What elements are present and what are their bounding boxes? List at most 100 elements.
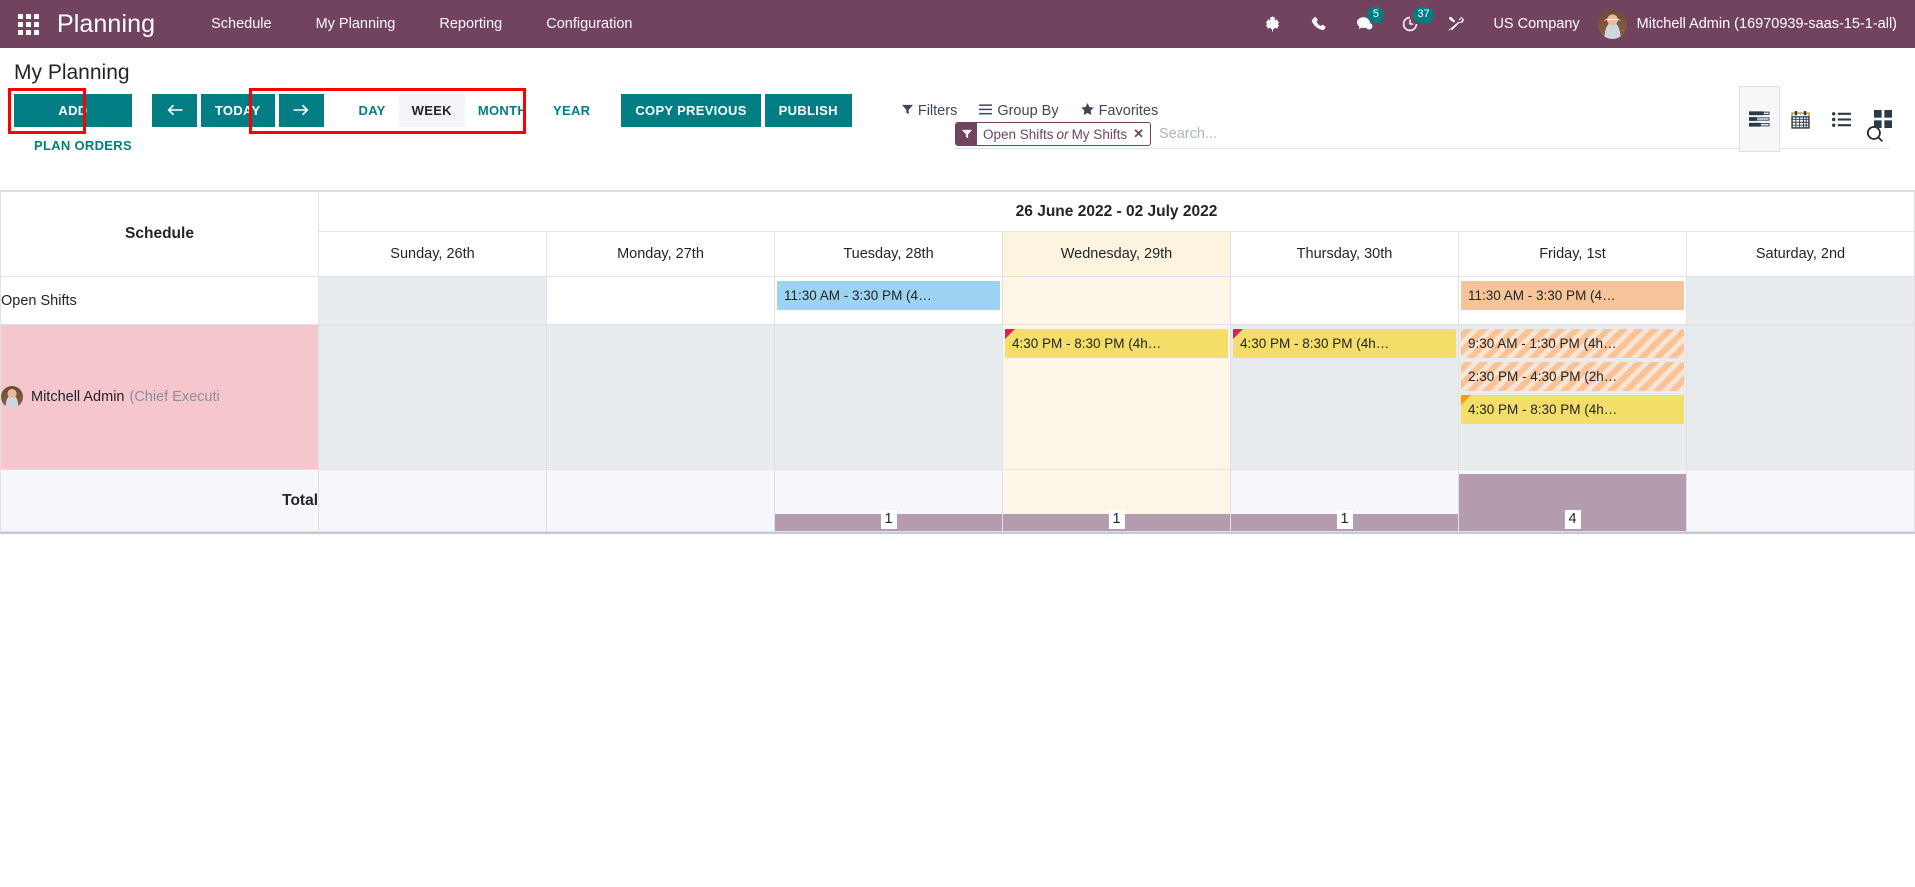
shift-pill[interactable]: 4:30 PM - 8:30 PM (4h… <box>1005 329 1228 358</box>
favorites-menu[interactable]: Favorites <box>1080 102 1159 119</box>
kanban-view-icon[interactable] <box>1862 86 1903 152</box>
row-name: Open Shifts <box>1 292 77 309</box>
gantt-day-saturday[interactable]: Saturday, 2nd <box>1686 231 1915 277</box>
menu-reporting[interactable]: Reporting <box>417 0 524 48</box>
control-panel: My Planning Open ShiftsorMy Shifts ✕ ADD… <box>0 48 1915 191</box>
gantt-cell[interactable]: 11:30 AM - 3:30 PM (4… <box>1458 276 1687 325</box>
shift-pill[interactable]: 4:30 PM - 8:30 PM (4h… <box>1461 395 1684 424</box>
shift-pill[interactable]: 2:30 PM - 4:30 PM (2h… <box>1461 362 1684 391</box>
control-panel-bottom: ADD PLAN ORDERS TODAY DAY WEEK MONTH YEA… <box>0 86 1915 153</box>
today-button[interactable]: TODAY <box>200 94 275 127</box>
star-icon <box>1080 102 1094 119</box>
add-button[interactable]: ADD <box>14 94 132 127</box>
shift-pill[interactable]: 4:30 PM - 8:30 PM (4h… <box>1233 329 1456 358</box>
scale-switcher: DAY WEEK MONTH YEAR <box>346 94 604 127</box>
gantt-cell[interactable] <box>1002 276 1231 325</box>
calendar-view-icon[interactable] <box>1780 86 1821 152</box>
activities-badge: 37 <box>1413 7 1434 23</box>
arrow-left-icon[interactable] <box>151 94 197 127</box>
gantt-total-value: 1 <box>880 510 897 529</box>
app-brand-planning[interactable]: Planning <box>57 10 155 39</box>
scale-month[interactable]: MONTH <box>465 94 540 127</box>
copy-publish-group: COPY PREVIOUS PUBLISH <box>621 94 852 127</box>
gantt-row-mitchell-admin: Mitchell Admin (Chief Executi 4:30 PM - … <box>0 324 1915 470</box>
gantt-cell[interactable] <box>546 324 775 470</box>
avatar <box>1597 9 1627 39</box>
phone-icon[interactable] <box>1295 0 1341 48</box>
scale-day[interactable]: DAY <box>346 94 399 127</box>
messages-badge: 5 <box>1367 7 1385 23</box>
view-switcher <box>1739 86 1903 152</box>
arrow-right-icon[interactable] <box>278 94 324 127</box>
gantt-cell[interactable] <box>1686 276 1915 325</box>
gantt-cell[interactable] <box>318 324 547 470</box>
gantt-cell[interactable] <box>774 324 1003 470</box>
user-menu[interactable]: Mitchell Admin (16970939-saas-15-1-all) <box>1597 9 1901 39</box>
gantt-cell[interactable]: 9:30 AM - 1:30 PM (4h… 2:30 PM - 4:30 PM… <box>1458 324 1687 470</box>
favorites-label: Favorites <box>1098 102 1159 119</box>
list-view-icon[interactable] <box>1821 86 1862 152</box>
gantt-table: Schedule 26 June 2022 - 02 July 2022 Sun… <box>0 191 1915 532</box>
group-by-label: Group By <box>997 102 1059 119</box>
gantt-total-value: 1 <box>1108 510 1125 529</box>
page-background <box>0 534 1915 887</box>
activities-clock-icon[interactable]: 37 <box>1387 0 1434 48</box>
avatar <box>1 386 23 408</box>
gantt-total-cell: 1 <box>1002 469 1231 532</box>
shift-pill-label: 4:30 PM - 8:30 PM (4h… <box>1468 402 1618 417</box>
gantt-total-cell <box>318 469 547 532</box>
shift-pill-label: 11:30 AM - 3:30 PM (4… <box>1468 288 1616 303</box>
company-selector[interactable]: US Company <box>1479 16 1597 32</box>
shift-pill-label: 2:30 PM - 4:30 PM (2h… <box>1468 369 1618 384</box>
messages-icon[interactable]: 5 <box>1341 0 1387 48</box>
gantt-view-icon[interactable] <box>1739 86 1780 152</box>
top-navbar: Planning Schedule My Planning Reporting … <box>0 0 1915 48</box>
gantt-row-label-open-shifts[interactable]: Open Shifts <box>0 276 319 325</box>
gantt-cell[interactable]: 4:30 PM - 8:30 PM (4h… <box>1230 324 1459 470</box>
search-dropdown-menus: Filters Group By Favorites <box>901 94 1159 127</box>
gantt-cell[interactable] <box>546 276 775 325</box>
filters-label: Filters <box>917 102 958 119</box>
debug-bug-icon[interactable] <box>1249 0 1295 48</box>
gantt-total-cell: 1 <box>1230 469 1459 532</box>
gantt-cell[interactable] <box>1686 324 1915 470</box>
gantt-day-friday[interactable]: Friday, 1st <box>1458 231 1687 277</box>
publish-button[interactable]: PUBLISH <box>764 94 852 127</box>
add-group: ADD PLAN ORDERS <box>14 94 132 153</box>
gantt-cell[interactable] <box>318 276 547 325</box>
shift-pill[interactable]: 9:30 AM - 1:30 PM (4h… <box>1461 329 1684 358</box>
scale-week[interactable]: WEEK <box>398 94 465 127</box>
hamburger-icon <box>979 103 993 119</box>
copy-previous-button[interactable]: COPY PREVIOUS <box>621 94 761 127</box>
gantt-cell[interactable]: 11:30 AM - 3:30 PM (4… <box>774 276 1003 325</box>
shift-pill-label: 4:30 PM - 8:30 PM (4h… <box>1240 336 1390 351</box>
group-by-menu[interactable]: Group By <box>979 102 1059 119</box>
control-panel-top: My Planning <box>0 48 1915 86</box>
gantt-cell[interactable]: 4:30 PM - 8:30 PM (4h… <box>1002 324 1231 470</box>
gantt-day-sunday[interactable]: Sunday, 26th <box>318 231 547 277</box>
gantt-row-total: Total 1 1 1 4 <box>0 469 1915 532</box>
gantt-cell[interactable] <box>1230 276 1459 325</box>
gantt-day-wednesday[interactable]: Wednesday, 29th <box>1002 231 1231 277</box>
shift-pill-label: 11:30 AM - 3:30 PM (4… <box>784 288 932 303</box>
navbar-right: 5 37 US Company Mitchell Admin (16970939… <box>1249 0 1901 48</box>
gantt-date-range: 26 June 2022 - 02 July 2022 <box>318 191 1915 232</box>
menu-my-planning[interactable]: My Planning <box>294 0 418 48</box>
gantt-header-range-row: Schedule 26 June 2022 - 02 July 2022 <box>0 191 1915 277</box>
gantt-day-thursday[interactable]: Thursday, 30th <box>1230 231 1459 277</box>
gantt-row-open-shifts: Open Shifts 11:30 AM - 3:30 PM (4… 11:30… <box>0 276 1915 325</box>
gantt-day-tuesday[interactable]: Tuesday, 28th <box>774 231 1003 277</box>
shift-pill[interactable]: 11:30 AM - 3:30 PM (4… <box>777 281 1000 310</box>
plan-orders-button[interactable]: PLAN ORDERS <box>14 138 132 153</box>
menu-configuration[interactable]: Configuration <box>524 0 654 48</box>
shift-pill[interactable]: 11:30 AM - 3:30 PM (4… <box>1461 281 1684 310</box>
gantt-total-cell: 1 <box>774 469 1003 532</box>
filters-menu[interactable]: Filters <box>901 102 958 119</box>
gantt-total-value: 4 <box>1564 510 1581 529</box>
apps-grid-icon[interactable] <box>18 13 39 35</box>
gantt-row-label-mitchell-admin[interactable]: Mitchell Admin (Chief Executi <box>0 324 319 470</box>
gantt-day-monday[interactable]: Monday, 27th <box>546 231 775 277</box>
tools-wrench-icon[interactable] <box>1433 0 1479 48</box>
scale-year[interactable]: YEAR <box>540 94 603 127</box>
menu-schedule[interactable]: Schedule <box>189 0 293 48</box>
